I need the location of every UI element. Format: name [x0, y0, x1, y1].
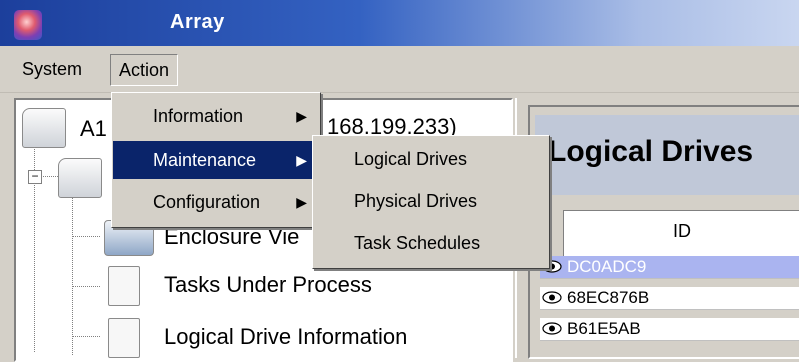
row-id: DC0ADC9: [567, 257, 647, 276]
tree-root-label[interactable]: A1: [80, 116, 107, 142]
menu-item-physical-drives[interactable]: Physical Drives: [314, 182, 548, 220]
tasks-icon: [108, 266, 140, 306]
submenu-arrow-icon: ▶: [296, 194, 307, 210]
menu-item-logical-drives[interactable]: Logical Drives: [314, 140, 548, 178]
row-id: 68EC876B: [567, 288, 650, 307]
tree-connector: [72, 195, 73, 355]
title-bar: Array: [0, 0, 799, 46]
array-node-icon: [22, 108, 66, 148]
tree-connector: [72, 286, 100, 287]
table-row[interactable]: DC0ADC9: [540, 256, 799, 279]
tree-item-logical-drive-info[interactable]: Logical Drive Information: [164, 324, 407, 350]
tree-connector: [72, 336, 100, 337]
menu-item-label: Information: [153, 106, 244, 126]
column-header-id: ID: [673, 221, 691, 241]
logical-drive-info-icon: [108, 318, 140, 358]
menu-item-task-schedules[interactable]: Task Schedules: [314, 224, 548, 262]
table-header-id[interactable]: ID: [563, 210, 799, 258]
menu-item-configuration[interactable]: Configuration ▶: [113, 183, 319, 221]
menu-item-maintenance[interactable]: Maintenance ▶: [113, 141, 319, 179]
table-row[interactable]: 68EC876B: [540, 287, 799, 310]
menu-system[interactable]: System: [14, 54, 90, 84]
submenu-arrow-icon: ▶: [296, 152, 307, 168]
submenu-arrow-icon: ▶: [296, 108, 307, 124]
view-eye-icon[interactable]: [542, 322, 562, 335]
menu-item-information[interactable]: Information ▶: [113, 97, 319, 135]
maintenance-submenu: Logical Drives Physical Drives Task Sche…: [312, 135, 550, 269]
tree-connector: [72, 236, 100, 237]
row-id: B61E5AB: [567, 319, 641, 338]
menu-bar: System Action: [0, 46, 799, 93]
view-eye-icon[interactable]: [542, 291, 562, 304]
window-title: Array: [170, 11, 225, 33]
table-row[interactable]: B61E5AB: [540, 318, 799, 341]
menu-item-label: Maintenance: [153, 150, 257, 170]
app-icon: [14, 10, 42, 40]
tree-item-tasks[interactable]: Tasks Under Process: [164, 272, 372, 298]
action-menu: Information ▶ Maintenance ▶ Configuratio…: [111, 92, 321, 228]
menu-item-label: Configuration: [153, 192, 261, 212]
collapse-icon[interactable]: −: [28, 170, 42, 184]
menu-action[interactable]: Action: [110, 54, 179, 86]
controller-node-icon: [58, 158, 102, 198]
content-title: Logical Drives: [548, 135, 754, 168]
